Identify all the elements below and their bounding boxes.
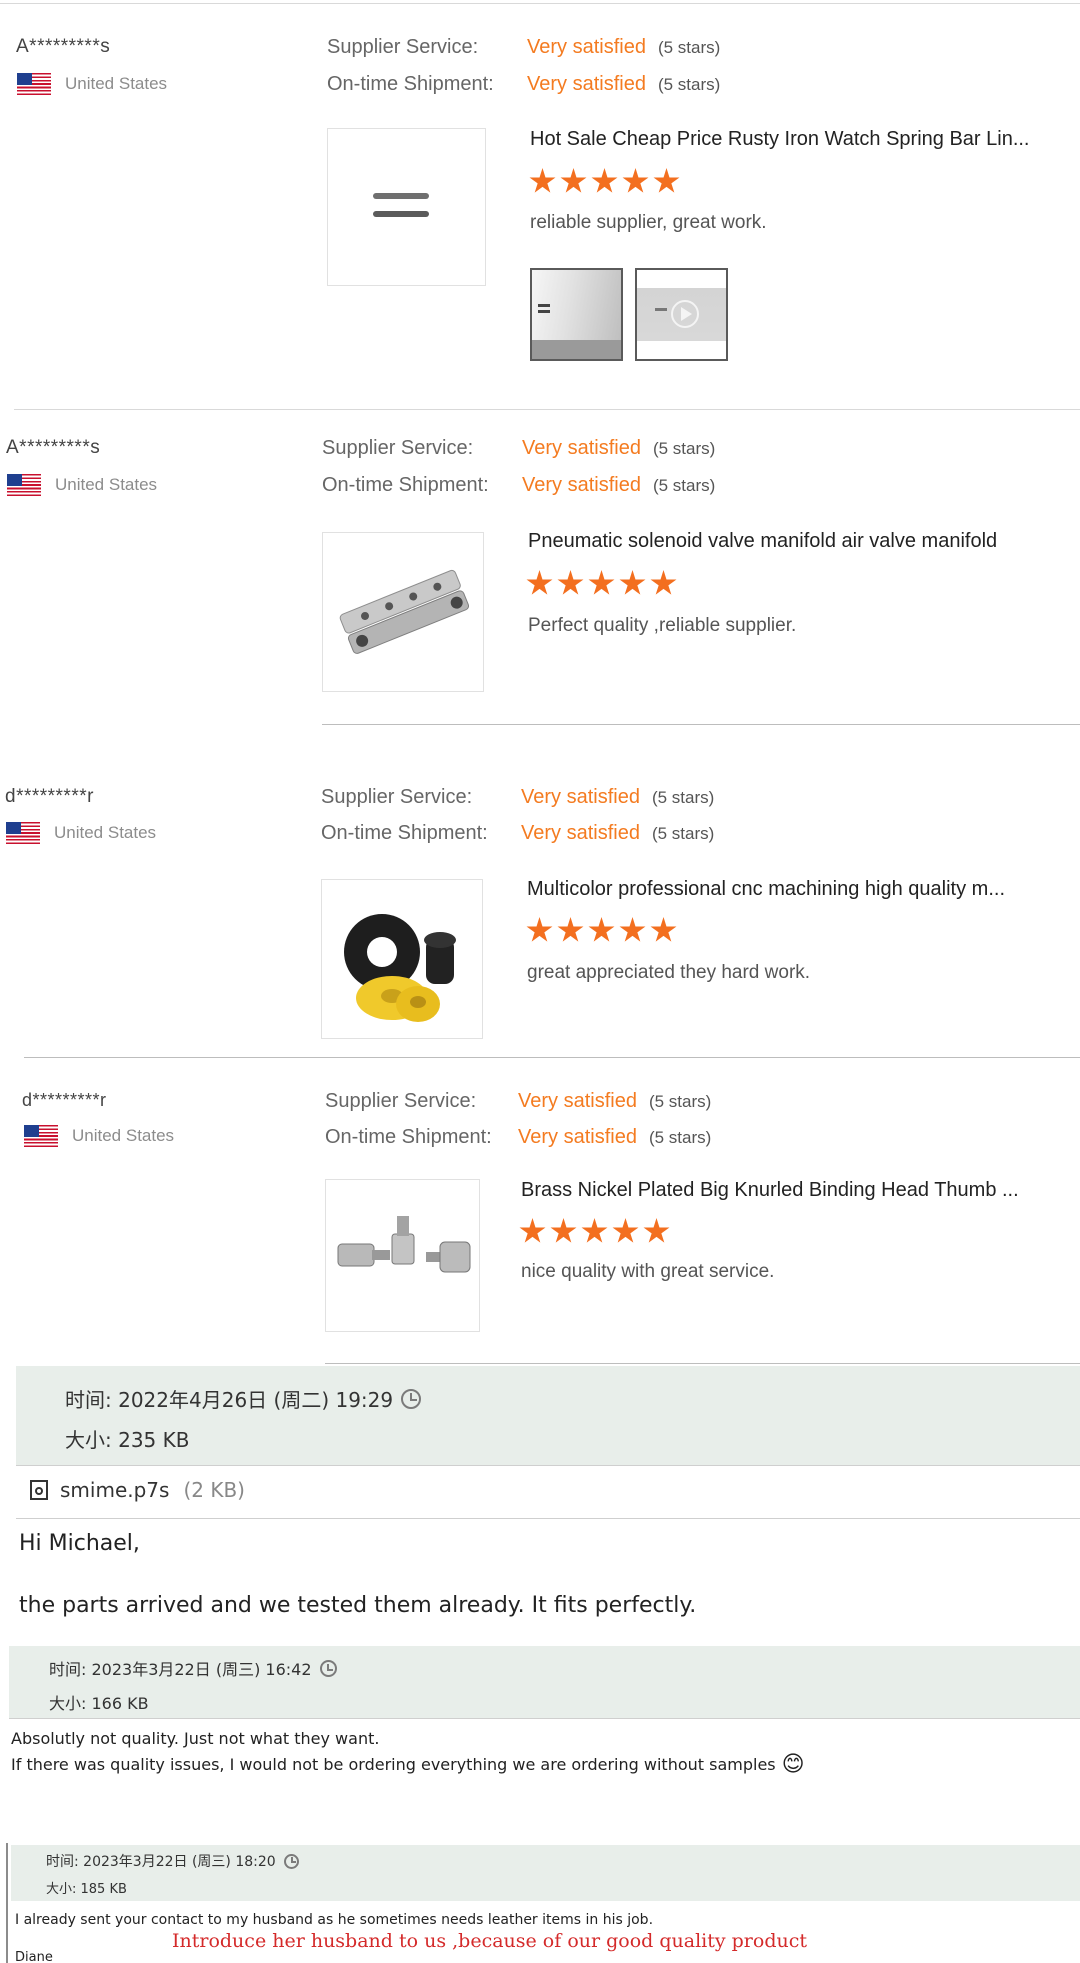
us-flag-icon <box>7 474 41 496</box>
review-comment: Perfect quality ,reliable supplier. <box>528 615 797 636</box>
email-header: 时间: 2023年3月22日 (周三) 18:20 大小: 185 KB <box>11 1845 1080 1901</box>
on-time-shipment-rating: On-time Shipment: Very satisfied (5 star… <box>325 1126 712 1148</box>
buyer-country: United States <box>6 822 156 844</box>
rating-stars <box>529 168 680 195</box>
product-title-link[interactable]: Pneumatic solenoid valve manifold air va… <box>528 530 997 553</box>
on-time-shipment-rating: On-time Shipment: Very satisfied (5 star… <box>321 822 715 844</box>
buyer-country: United States <box>7 474 157 496</box>
star-icon <box>560 168 587 193</box>
star-icon <box>529 168 556 193</box>
star-icon <box>526 570 553 595</box>
supplier-service-rating: Supplier Service: Very satisfied (5 star… <box>327 36 721 58</box>
email-header: 时间: 2023年3月22日 (周三) 16:42 大小: 166 KB <box>9 1646 1080 1718</box>
star-icon <box>588 917 615 942</box>
buyer-name: A*********s <box>16 36 111 57</box>
rating-stars <box>526 570 677 597</box>
us-flag-icon <box>24 1125 58 1147</box>
review-photo[interactable] <box>530 268 623 361</box>
product-title-link[interactable]: Brass Nickel Plated Big Knurled Binding … <box>521 1179 1019 1202</box>
star-icon <box>612 1218 639 1243</box>
red-annotation: Introduce her husband to us ,because of … <box>172 1930 808 1952</box>
divider <box>9 1718 1080 1719</box>
history-icon[interactable] <box>283 1853 299 1869</box>
star-icon <box>557 570 584 595</box>
email-time: 时间: 2023年3月22日 (周三) 16:42 <box>49 1656 337 1680</box>
email-signature: Diane <box>15 1950 53 1963</box>
email-body-line: If there was quality issues, I would not… <box>11 1752 805 1777</box>
email-body-line: Absolutly not quality. Just not what the… <box>11 1729 380 1748</box>
star-icon <box>588 570 615 595</box>
divider <box>24 1057 1080 1058</box>
us-flag-icon <box>6 822 40 844</box>
star-icon <box>650 570 677 595</box>
buyer-name: d*********r <box>22 1090 107 1110</box>
review-comment: nice quality with great service. <box>521 1261 775 1282</box>
divider <box>16 1518 1080 1519</box>
email-size: 大小: 185 KB <box>46 1882 127 1897</box>
rating-stars <box>519 1218 670 1245</box>
attachment-size: (2 KB) <box>183 1478 245 1502</box>
star-icon <box>591 168 618 193</box>
buyer-name: A*********s <box>6 437 101 458</box>
review-comment: reliable supplier, great work. <box>530 212 767 233</box>
product-thumbnail[interactable] <box>321 879 483 1039</box>
product-title-link[interactable]: Hot Sale Cheap Price Rusty Iron Watch Sp… <box>530 128 1029 151</box>
email-time: 时间: 2023年3月22日 (周三) 18:20 <box>46 1851 299 1871</box>
buyer-country: United States <box>24 1125 174 1147</box>
supplier-service-rating: Supplier Service: Very satisfied (5 star… <box>321 786 715 808</box>
product-thumbnail[interactable] <box>322 532 484 692</box>
star-icon <box>619 917 646 942</box>
email-time: 时间: 2022年4月26日 (周二) 19:29 <box>65 1384 422 1413</box>
star-icon <box>581 1218 608 1243</box>
divider <box>322 724 1080 725</box>
review-card-1: A*********s United States Supplier Servi… <box>0 0 1080 410</box>
email-body: the parts arrived and we tested them alr… <box>19 1593 697 1618</box>
on-time-shipment-rating: On-time Shipment: Very satisfied (5 star… <box>327 73 721 95</box>
star-icon <box>653 168 680 193</box>
attachment-item[interactable]: smime.p7s (2 KB) <box>30 1478 245 1502</box>
history-icon[interactable] <box>401 1388 422 1409</box>
buyer-name: d*********r <box>5 786 94 807</box>
star-icon <box>622 168 649 193</box>
email-body-line: I already sent your contact to my husban… <box>15 1912 654 1928</box>
product-thumbnail[interactable] <box>325 1179 480 1332</box>
star-icon <box>557 917 584 942</box>
email-size: 大小: 166 KB <box>49 1694 149 1713</box>
certificate-file-icon <box>30 1480 48 1500</box>
supplier-service-rating: Supplier Service: Very satisfied (5 star… <box>322 437 716 459</box>
product-title-link[interactable]: Multicolor professional cnc machining hi… <box>527 878 1005 901</box>
star-icon <box>550 1218 577 1243</box>
email-greeting: Hi Michael, <box>19 1531 140 1556</box>
buyer-country: United States <box>17 73 167 95</box>
review-card-3: d*********r United States Supplier Servi… <box>0 750 1080 1055</box>
email-size: 大小: 235 KB <box>65 1428 190 1452</box>
divider <box>325 1363 1080 1364</box>
product-thumbnail[interactable] <box>327 128 486 286</box>
star-icon <box>519 1218 546 1243</box>
us-flag-icon <box>17 73 51 95</box>
smile-emoji-icon: 😊 <box>781 1752 805 1777</box>
review-comment: great appreciated they hard work. <box>527 962 811 983</box>
star-icon <box>619 570 646 595</box>
email-header: 时间: 2022年4月26日 (周二) 19:29 大小: 235 KB <box>16 1366 1080 1465</box>
history-icon[interactable] <box>319 1659 337 1677</box>
divider <box>0 3 1080 4</box>
review-video[interactable] <box>635 268 728 361</box>
supplier-service-rating: Supplier Service: Very satisfied (5 star… <box>325 1090 712 1112</box>
review-card-4: d*********r United States Supplier Servi… <box>0 1055 1080 1365</box>
rating-stars <box>526 917 677 944</box>
review-card-2: A*********s United States Supplier Servi… <box>0 410 1080 750</box>
star-icon <box>643 1218 670 1243</box>
divider <box>16 1465 1080 1466</box>
star-icon <box>526 917 553 942</box>
star-icon <box>650 917 677 942</box>
attachment-name[interactable]: smime.p7s <box>60 1478 169 1502</box>
on-time-shipment-rating: On-time Shipment: Very satisfied (5 star… <box>322 474 716 496</box>
divider <box>6 1843 8 1963</box>
